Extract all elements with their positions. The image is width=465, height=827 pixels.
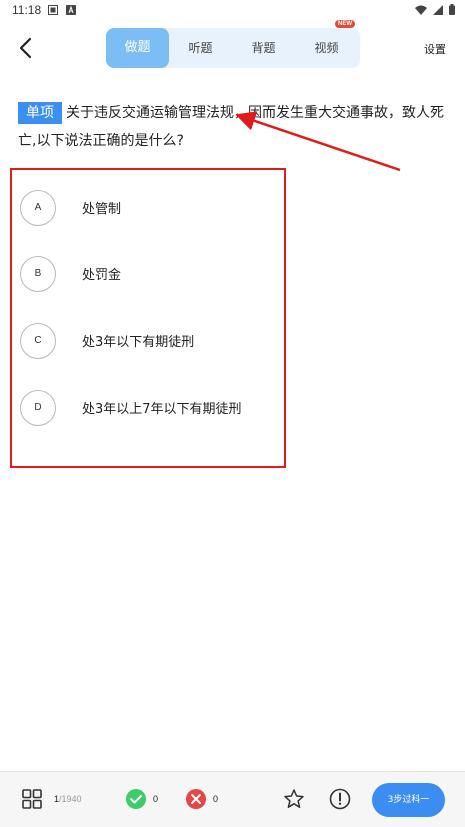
tab-memorize[interactable]: 背题 <box>232 28 295 68</box>
status-bar: 11:18 <box>0 0 465 22</box>
bottom-toolbar: 1/1940 0 0 3步过科一 <box>0 771 465 827</box>
option-b-key: B <box>20 256 56 292</box>
mode-tabs: 做题 听题 背题 视频 NEW <box>106 20 360 68</box>
tab-practice[interactable]: 做题 <box>106 28 169 68</box>
settings-button[interactable]: 设置 <box>424 41 446 57</box>
wifi-icon <box>415 5 427 18</box>
total-count: /1940 <box>59 794 82 804</box>
question-counter: 1/1940 <box>54 794 82 804</box>
app-store-icon <box>66 5 76 15</box>
status-time: 11:18 <box>12 3 42 17</box>
option-a-key: A <box>20 190 56 226</box>
chevron-left-icon <box>19 37 32 59</box>
star-icon <box>284 789 304 808</box>
battery-icon <box>449 4 455 18</box>
favorite-button[interactable] <box>283 788 305 814</box>
option-d-text: 处3年以上7年以下有期徒刑 <box>82 402 242 417</box>
question-text: 关于违反交通运输管理法规，因而发生重大交通事故，致人死亡,以下说法正确的是什么? <box>18 105 444 149</box>
option-c-text: 处3年以下有期徒刑 <box>82 335 195 350</box>
option-a[interactable]: A 处管制 <box>20 190 270 230</box>
x-circle-icon <box>186 789 206 809</box>
signal-icon <box>433 4 443 18</box>
option-a-text: 处管制 <box>82 202 122 217</box>
wrong-indicator <box>185 788 207 814</box>
tab-listen[interactable]: 听题 <box>169 28 232 68</box>
new-badge: NEW <box>335 20 355 28</box>
correct-indicator <box>125 788 147 814</box>
tab-video[interactable]: 视频 <box>295 28 358 68</box>
grid-icon <box>22 789 42 809</box>
option-d-key: D <box>20 390 56 426</box>
screen-record-icon <box>48 5 58 15</box>
option-b[interactable]: B 处罚金 <box>20 256 270 296</box>
pass-course-button[interactable]: 3步过科一 <box>372 783 445 817</box>
report-button[interactable] <box>329 788 351 814</box>
option-d[interactable]: D 处3年以上7年以下有期徒刑 <box>20 390 270 430</box>
option-c[interactable]: C 处3年以下有期徒刑 <box>20 323 270 363</box>
question-type-badge: 单项 <box>18 102 62 124</box>
wrong-count: 0 <box>213 794 219 804</box>
option-b-text: 处罚金 <box>82 268 122 283</box>
back-button[interactable] <box>16 36 38 60</box>
exclamation-circle-icon <box>329 788 351 810</box>
option-c-key: C <box>20 323 56 359</box>
status-right <box>415 4 455 18</box>
question: 单项 关于违反交通运输管理法规，因而发生重大交通事故，致人死亡,以下说法正确的是什… <box>18 99 448 155</box>
grid-button[interactable] <box>22 789 42 813</box>
correct-count: 0 <box>153 794 159 804</box>
check-circle-icon <box>126 789 146 809</box>
